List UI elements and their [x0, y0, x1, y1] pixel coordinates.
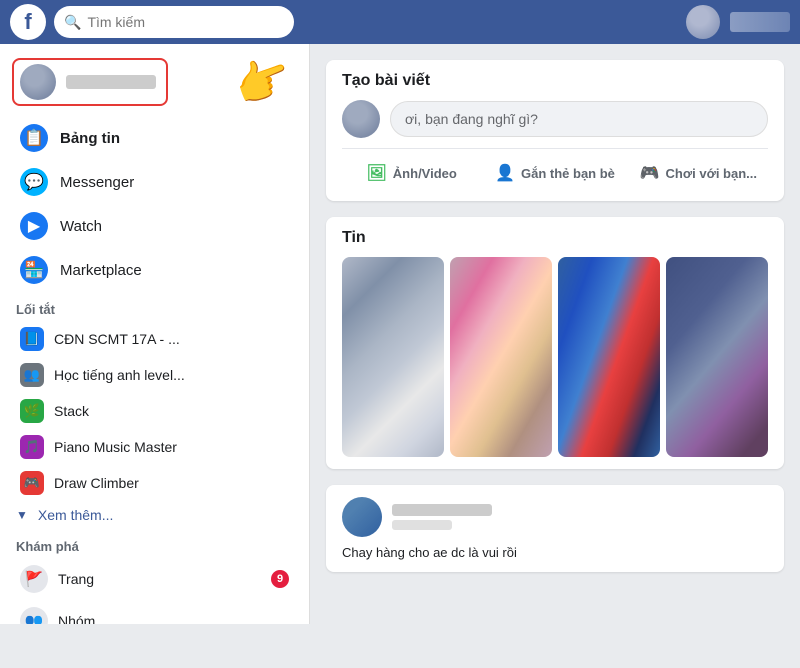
shortcut-stack[interactable]: 🌿 Stack [4, 393, 305, 429]
action-game[interactable]: 🎮 Chơi với bạn... [629, 157, 768, 189]
shortcut-cdn[interactable]: 📘 CĐN SCMT 17A - ... [4, 321, 305, 357]
sidebar-item-bangtin[interactable]: 📋 Bảng tin [4, 116, 305, 160]
action-tag[interactable]: 👤 Gắn thẻ bạn bè [485, 157, 624, 189]
see-more-arrow-icon: ▼ [16, 508, 28, 522]
piano-icon: 🎵 [20, 435, 44, 459]
create-post-title: Tạo bài viết [342, 72, 768, 90]
news-item-3[interactable] [558, 257, 660, 457]
piano-label: Piano Music Master [54, 439, 177, 455]
profile-row: 👉 [0, 52, 309, 112]
facebook-logo: f [10, 4, 46, 40]
explore-title: Khám phá [0, 529, 309, 558]
hoc-icon: 👥 [20, 363, 44, 387]
stack-icon: 🌿 [20, 399, 44, 423]
news-item-2[interactable] [450, 257, 552, 457]
nav-user-name [730, 12, 790, 32]
photo-icon: 🖼 [366, 163, 386, 183]
explore-trang[interactable]: 🚩 Trang 9 [4, 558, 305, 600]
create-post-input[interactable]: ơi, bạn đang nghĩ gì? [390, 101, 768, 137]
nav-avatar[interactable] [686, 5, 720, 39]
news-item-4[interactable] [666, 257, 768, 457]
shortcut-piano[interactable]: 🎵 Piano Music Master [4, 429, 305, 465]
bangtin-icon: 📋 [20, 124, 48, 152]
shortcut-hoc[interactable]: 👥 Học tiếng anh level... [4, 357, 305, 393]
news-title: Tin [342, 229, 768, 247]
see-more-button[interactable]: ▼ Xem thêm... [0, 501, 309, 529]
sidebar: 👉 📋 Bảng tin 💬 Messenger ▶ Watch 🏪 Marke… [0, 44, 310, 624]
create-post-row: ơi, bạn đang nghĩ gì? [342, 100, 768, 138]
create-post-actions: 🖼 Ảnh/Video 👤 Gắn thẻ bạn bè 🎮 Chơi với … [342, 148, 768, 189]
game-icon: 🎮 [640, 163, 660, 183]
create-post-placeholder: ơi, bạn đang nghĩ gì? [405, 111, 538, 127]
post-avatar [342, 497, 382, 537]
marketplace-icon: 🏪 [20, 256, 48, 284]
bangtin-label: Bảng tin [60, 130, 120, 147]
profile-button[interactable] [12, 58, 168, 106]
sidebar-item-watch[interactable]: ▶ Watch [4, 204, 305, 248]
create-post-box: Tạo bài viết ơi, bạn đang nghĩ gì? 🖼 Ảnh… [326, 60, 784, 201]
tag-icon: 👤 [495, 163, 515, 183]
nhom-icon: 👥 [20, 607, 48, 624]
news-box: Tin [326, 217, 784, 469]
cdn-label: CĐN SCMT 17A - ... [54, 331, 180, 347]
messenger-icon: 💬 [20, 168, 48, 196]
post-text: Chay hàng cho ae dc là vui rồi [342, 545, 768, 560]
nav-right [686, 5, 790, 39]
news-grid [342, 257, 768, 457]
stack-label: Stack [54, 403, 89, 419]
post-header [342, 497, 768, 537]
create-post-avatar [342, 100, 380, 138]
action-photo[interactable]: 🖼 Ảnh/Video [342, 157, 481, 189]
draw-label: Draw Climber [54, 475, 139, 491]
news-item-1[interactable] [342, 257, 444, 457]
draw-icon: 🎮 [20, 471, 44, 495]
sidebar-item-marketplace[interactable]: 🏪 Marketplace [4, 248, 305, 292]
see-more-label: Xem thêm... [38, 507, 113, 523]
hand-pointer-icon: 👉 [226, 46, 299, 117]
trang-badge: 9 [271, 570, 289, 588]
search-bar[interactable]: 🔍 [54, 6, 294, 38]
watch-label: Watch [60, 218, 102, 235]
action-tag-label: Gắn thẻ bạn bè [521, 166, 615, 181]
sidebar-item-messenger[interactable]: 💬 Messenger [4, 160, 305, 204]
post-meta [392, 504, 492, 530]
shortcut-draw[interactable]: 🎮 Draw Climber [4, 465, 305, 501]
watch-icon: ▶ [20, 212, 48, 240]
page-wrapper: 👉 📋 Bảng tin 💬 Messenger ▶ Watch 🏪 Marke… [0, 44, 800, 624]
action-game-label: Chơi với bạn... [666, 166, 757, 181]
post-time [392, 520, 452, 530]
trang-icon: 🚩 [20, 565, 48, 593]
trang-label: Trang [58, 571, 261, 587]
messenger-label: Messenger [60, 174, 134, 191]
profile-name [66, 75, 156, 89]
top-nav: f 🔍 [0, 0, 800, 44]
profile-avatar [20, 64, 56, 100]
shortcuts-title: Lối tắt [0, 292, 309, 321]
explore-nhom[interactable]: 👥 Nhóm [4, 600, 305, 624]
nhom-label: Nhóm [58, 613, 289, 624]
post-author-name [392, 504, 492, 516]
search-input[interactable] [87, 14, 284, 30]
post-box: Chay hàng cho ae dc là vui rồi [326, 485, 784, 572]
main-content: Tạo bài viết ơi, bạn đang nghĩ gì? 🖼 Ảnh… [310, 44, 800, 624]
action-photo-label: Ảnh/Video [393, 166, 457, 181]
cdn-icon: 📘 [20, 327, 44, 351]
marketplace-label: Marketplace [60, 262, 142, 279]
search-icon: 🔍 [64, 14, 81, 31]
hoc-label: Học tiếng anh level... [54, 367, 185, 383]
